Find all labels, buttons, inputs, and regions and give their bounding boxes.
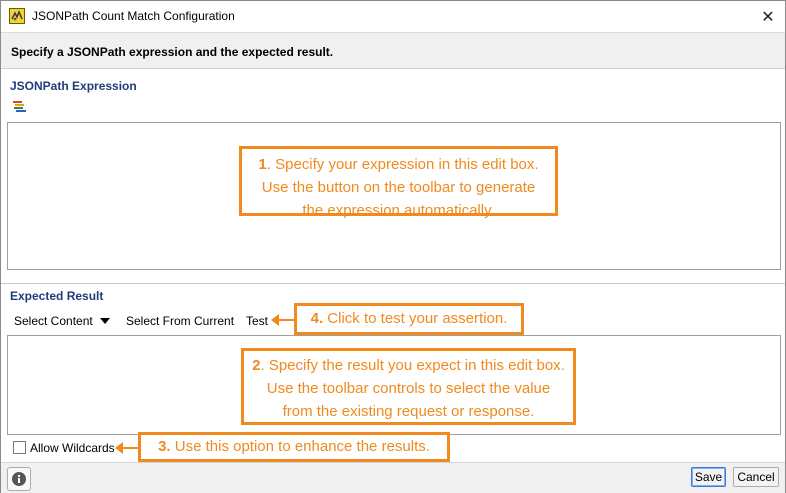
dialog-footer: Save Cancel <box>1 462 785 493</box>
allow-wildcards-label: Allow Wildcards <box>30 441 115 455</box>
callout-3-arrow <box>115 442 138 454</box>
callout-1-number: 1 <box>258 156 267 173</box>
header-text: Specify a JSONPath expression and the ex… <box>11 45 334 59</box>
expected-section-label: Expected Result <box>10 289 104 303</box>
app-icon <box>9 8 25 24</box>
callout-1-text: . Specify your expression in this edit b… <box>261 156 539 219</box>
select-from-current-button[interactable]: Select From Current <box>126 314 234 328</box>
section-divider <box>1 283 785 284</box>
dialog-window: JSONPath Count Match Configuration ✕ Spe… <box>0 0 786 493</box>
window-title: JSONPath Count Match Configuration <box>32 9 235 23</box>
callout-2: 2. Specify the result you expect in this… <box>241 348 576 425</box>
cancel-button[interactable]: Cancel <box>733 467 779 487</box>
chevron-down-icon <box>99 318 110 324</box>
allow-wildcards-checkbox[interactable] <box>13 441 26 454</box>
callout-1: 1. Specify your expression in this edit … <box>239 146 558 219</box>
callout-4-text: Click to test your assertion. <box>323 310 508 327</box>
callout-3: 3. Use this option to enhance the result… <box>138 432 450 462</box>
test-button[interactable]: Test <box>246 314 268 328</box>
title-bar: JSONPath Count Match Configuration ✕ <box>1 1 785 32</box>
instruction-header: Specify a JSONPath expression and the ex… <box>1 32 785 69</box>
callout-4: 4. Click to test your assertion. <box>294 303 524 335</box>
expression-section-label: JSONPath Expression <box>10 79 137 93</box>
close-icon[interactable]: ✕ <box>753 3 783 30</box>
select-content-dropdown[interactable]: Select Content <box>14 314 110 328</box>
callout-2-number: 2 <box>252 357 261 374</box>
info-icon <box>12 472 26 486</box>
generate-expression-icon[interactable] <box>12 100 28 114</box>
callout-4-number: 4. <box>310 310 324 327</box>
callout-2-text: . Specify the result you expect in this … <box>260 357 565 420</box>
callout-4-arrow <box>271 314 294 326</box>
callout-3-number: 3. <box>158 438 171 455</box>
save-button[interactable]: Save <box>691 467 726 487</box>
select-content-label: Select Content <box>14 314 93 328</box>
callout-3-text: Use this option to enhance the results. <box>170 438 430 455</box>
info-button[interactable] <box>7 467 31 491</box>
